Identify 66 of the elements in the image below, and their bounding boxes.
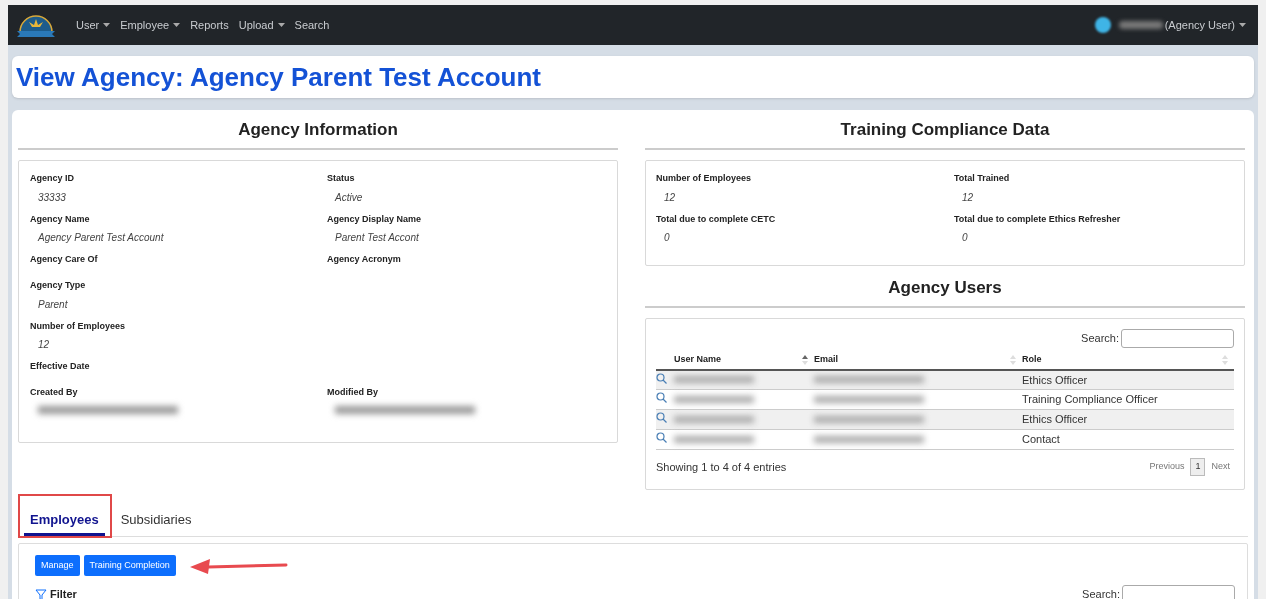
nav-link[interactable]: Upload xyxy=(238,16,285,34)
nav-link[interactable]: Employee xyxy=(120,16,181,34)
section-heading: Agency Information xyxy=(237,119,399,142)
search-icon[interactable] xyxy=(656,412,667,424)
column-header[interactable]: Role xyxy=(1022,353,1042,367)
action-button[interactable]: Training Completion xyxy=(83,555,176,576)
nav-link[interactable]: User xyxy=(76,16,111,34)
field-label: Modified By xyxy=(327,386,379,399)
table-cell: Training Compliance Officer xyxy=(1022,389,1234,410)
filter-icon xyxy=(35,588,47,599)
table-cell: Ethics Officer xyxy=(1022,409,1234,430)
table-info: Showing 1 to 4 of 4 entries xyxy=(656,459,787,475)
nav-link[interactable]: Search xyxy=(294,16,330,34)
filter-label[interactable]: Filter xyxy=(50,586,77,599)
field-value: Parent xyxy=(37,297,69,312)
field-value: 12 xyxy=(37,338,51,352)
nav-link[interactable]: Reports xyxy=(190,16,229,34)
field-label: Agency Acronym xyxy=(327,253,402,266)
search-icon[interactable] xyxy=(656,432,667,444)
tab[interactable]: Subsidiaries xyxy=(114,509,198,536)
page-title: View Agency: Agency Parent Test Account xyxy=(16,64,541,90)
tab[interactable]: Employees xyxy=(24,509,105,536)
user-menu[interactable]: (Agency User) xyxy=(1164,16,1246,34)
field-value: 0 xyxy=(961,231,969,245)
action-button[interactable]: Manage xyxy=(35,555,80,576)
caret-icon xyxy=(277,23,285,27)
field-label: Created By xyxy=(30,386,79,399)
search-icon[interactable] xyxy=(656,372,667,384)
section-heading: Training Compliance Data xyxy=(839,119,1051,142)
field-label: Agency Care Of xyxy=(30,253,99,266)
search-label: Search: xyxy=(1081,331,1119,347)
field-label: Agency Name xyxy=(30,212,91,226)
search-field[interactable] xyxy=(1122,585,1235,599)
page-button[interactable]: 1 xyxy=(1190,458,1206,476)
caret-icon xyxy=(103,23,111,27)
field-value: 33333 xyxy=(37,190,67,205)
field-label: Total due to complete Ethics Refresher xyxy=(954,212,1122,226)
field-label: Number of Employees xyxy=(656,172,753,185)
field-label: Total due to complete CETC xyxy=(656,212,777,226)
field-label: Agency ID xyxy=(30,172,75,185)
section-heading: Agency Users xyxy=(887,277,1003,300)
search-label: Search: xyxy=(1082,587,1120,599)
field-label: Agency Type xyxy=(30,279,87,292)
pagination-link[interactable]: Next xyxy=(1211,460,1230,474)
field-value: 12 xyxy=(663,190,677,205)
search-field[interactable] xyxy=(1121,329,1234,348)
field-value: 0 xyxy=(663,231,671,245)
field-value: 12 xyxy=(961,190,975,205)
table-cell: Contact xyxy=(1022,429,1234,450)
table-cell: Ethics Officer xyxy=(1022,369,1234,390)
field-label: Effective Date xyxy=(30,360,91,373)
column-header[interactable]: User Name xyxy=(674,353,722,367)
field-label: Total Trained xyxy=(954,172,1011,185)
column-header[interactable]: Email xyxy=(814,353,838,367)
avatar-icon xyxy=(1094,17,1111,33)
logo-icon xyxy=(16,12,56,38)
field-value: Agency Parent Test Account xyxy=(36,231,165,245)
field-label: Number of Employees xyxy=(30,319,127,333)
field-value: Active xyxy=(333,190,364,205)
field-label: Agency Display Name xyxy=(327,212,423,226)
field-label: Status xyxy=(327,172,356,185)
field-value: Parent Test Accont xyxy=(334,231,420,245)
caret-icon xyxy=(173,23,181,27)
search-icon[interactable] xyxy=(656,392,667,404)
caret-icon xyxy=(1239,23,1246,27)
pagination-link[interactable]: Previous xyxy=(1149,460,1185,474)
